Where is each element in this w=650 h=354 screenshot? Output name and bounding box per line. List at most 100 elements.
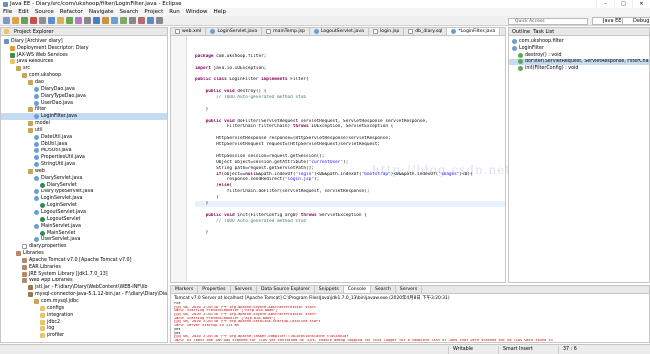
tree-item[interactable]: DateUtil.java — [1, 134, 167, 141]
tree-item[interactable]: JAX-WS Web Services — [1, 52, 167, 59]
outline-item[interactable]: destroy() : void — [509, 52, 649, 59]
outline-item[interactable]: doFilter(ServletRequest, ServletResponse… — [509, 58, 649, 66]
console-tab-servers[interactable]: Servers — [396, 286, 423, 293]
tab-task-list[interactable]: Task List — [533, 29, 554, 35]
project-explorer-tab[interactable]: Project Explorer — [1, 28, 167, 36]
menu-source[interactable]: Source — [35, 9, 54, 15]
toolbar-button-icon[interactable] — [75, 17, 82, 24]
tree-item[interactable]: com.mysql.jdbc — [1, 298, 167, 305]
toolbar-button-icon[interactable] — [66, 17, 73, 24]
console-tab-markers[interactable]: Markers — [171, 286, 199, 293]
tree-item[interactable]: JRE System Library [jdk1.7.0_13] — [1, 271, 167, 278]
tree-item[interactable]: profiler — [1, 332, 167, 339]
tree-item[interactable]: PropertiesUtil.java — [1, 154, 167, 161]
console-output[interactable]: rce 四月 08, 2020 3:20:38 下午 org.apache.coy… — [171, 302, 649, 343]
tree-item[interactable]: MD5Util.java — [1, 148, 167, 155]
tree-item[interactable]: DiaryDao.java — [1, 86, 167, 93]
outline-item[interactable]: init(FilterConfig) : void — [509, 65, 649, 72]
toolbar-button-icon[interactable] — [84, 17, 91, 24]
editor-tab[interactable]: mainTemp.jsp — [262, 28, 310, 35]
toolbar-button-icon[interactable] — [111, 17, 118, 24]
editor-tab[interactable]: *LoginFilter.java — [447, 28, 501, 35]
tree-item[interactable]: MainServlet — [1, 230, 167, 237]
tree-item[interactable]: Java Resources — [1, 59, 167, 66]
menu-file[interactable]: File — [3, 9, 12, 15]
tree-item[interactable]: DiaryTypeDao.java — [1, 93, 167, 100]
console-tab-properties[interactable]: Properties — [198, 286, 231, 293]
tree-item[interactable]: jstl.jar - F:\diary\Diary\WebContent\WEB… — [1, 284, 167, 291]
tree-item[interactable]: LoginFilter.java — [1, 113, 167, 121]
tree-item[interactable]: Libraries — [1, 250, 167, 257]
tree-item[interactable]: LogoutServlet.java — [1, 209, 167, 216]
menu-refactor[interactable]: Refactor — [60, 9, 83, 15]
menu-run[interactable]: Run — [169, 9, 180, 15]
tree-item[interactable]: UserDao.java — [1, 100, 167, 107]
tree-item[interactable]: jdbc2 — [1, 319, 167, 326]
perspective-java-ee[interactable]: Java EE — [592, 17, 626, 25]
console-tab-search[interactable]: Search — [371, 286, 396, 293]
tree-item[interactable]: LogoutServlet — [1, 216, 167, 223]
console-tab-console[interactable]: Console — [343, 286, 371, 293]
menu-search[interactable]: Search — [120, 9, 139, 15]
quick-access-input[interactable]: Quick Access — [508, 18, 588, 25]
tree-item[interactable]: LoginServlet.java — [1, 195, 167, 202]
tree-item[interactable]: dao — [1, 79, 167, 86]
toolbar-button-icon[interactable] — [12, 17, 19, 24]
tree-item[interactable]: LoginServlet — [1, 202, 167, 209]
tree-item[interactable]: DbUtil.java — [1, 141, 167, 148]
code-editor[interactable]: package com.ukshoop.filter; import java.i… — [171, 36, 505, 282]
toolbar-button-icon[interactable] — [57, 17, 64, 24]
toolbar-button-icon[interactable] — [21, 17, 28, 24]
outline-item[interactable]: com.ukshoop.filter — [509, 38, 649, 45]
toolbar-button-icon[interactable] — [120, 17, 127, 24]
menu-project[interactable]: Project — [144, 9, 163, 15]
tree-item[interactable]: DiaryTypeServlet.java — [1, 189, 167, 196]
tree-item[interactable]: filter — [1, 106, 167, 113]
toolbar-button-icon[interactable] — [138, 17, 145, 24]
editor-tab[interactable]: LoginServlet.java — [206, 28, 263, 35]
toolbar-button-icon[interactable] — [3, 17, 10, 24]
tree-item[interactable]: Deployment Descriptor: Diary — [1, 45, 167, 52]
tree-item[interactable]: web — [1, 168, 167, 175]
menu-help[interactable]: Help — [213, 9, 226, 15]
toolbar-button-icon[interactable] — [147, 17, 154, 24]
console-tab-data-source-explorer[interactable]: Data Source Explorer — [257, 286, 315, 293]
toolbar-button-icon[interactable] — [30, 17, 37, 24]
tree-item[interactable]: util — [1, 127, 167, 134]
editor-tab[interactable]: login.jsp — [369, 28, 405, 35]
toolbar-button-icon[interactable] — [129, 17, 136, 24]
tree-item[interactable]: Apache Tomcat v7.0 [Apache Tomcat v7.0] — [1, 257, 167, 264]
tree-item[interactable]: Diary [Archiver diary] — [1, 38, 167, 45]
tree-item[interactable]: src — [1, 65, 167, 72]
editor-tab[interactable]: LogoutServlet.java — [310, 28, 370, 35]
console-tab-snippets[interactable]: Snippets — [315, 286, 344, 293]
menu-navigate[interactable]: Navigate — [89, 9, 114, 15]
tree-item[interactable]: com.ukshoop — [1, 72, 167, 79]
tree-item[interactable]: StringUtil.java — [1, 161, 167, 168]
tree-item[interactable]: mysql-connector-java-5.1.12-bin.jar - F:… — [1, 291, 167, 298]
outline-item[interactable]: LoginFilter — [509, 45, 649, 52]
tree-item[interactable]: configs — [1, 305, 167, 312]
menu-edit[interactable]: Edit — [18, 9, 29, 15]
toolbar-button-icon[interactable] — [48, 17, 55, 24]
tree-item[interactable]: UserServlet.java — [1, 236, 167, 243]
editor-tab[interactable]: db_diary.sql — [404, 28, 448, 35]
perspective-debug[interactable]: Debug — [622, 17, 650, 25]
toolbar-button-icon[interactable] — [93, 17, 100, 24]
tree-item[interactable]: integration — [1, 312, 167, 319]
toolbar-button-icon[interactable] — [39, 17, 46, 24]
tree-item[interactable]: diary.properties — [1, 243, 167, 250]
tree-item[interactable]: DiaryServlet — [1, 182, 167, 189]
tree-item[interactable]: DiaryServlet.java — [1, 175, 167, 182]
maximize-button[interactable]: □ — [614, 0, 632, 8]
tree-item[interactable]: Web App Libraries — [1, 278, 167, 285]
toolbar-button-icon[interactable] — [102, 17, 109, 24]
tab-outline[interactable]: Outline — [512, 29, 530, 35]
toolbar-button-icon[interactable] — [156, 17, 163, 24]
console-tab-servers[interactable]: Servers — [231, 286, 257, 293]
menu-window[interactable]: Window — [186, 9, 208, 15]
tree-item[interactable]: model — [1, 120, 167, 127]
editor-tab[interactable]: web.xml — [171, 28, 207, 35]
tree-item[interactable]: log — [1, 325, 167, 332]
tree-item[interactable]: MainServlet.java — [1, 223, 167, 230]
